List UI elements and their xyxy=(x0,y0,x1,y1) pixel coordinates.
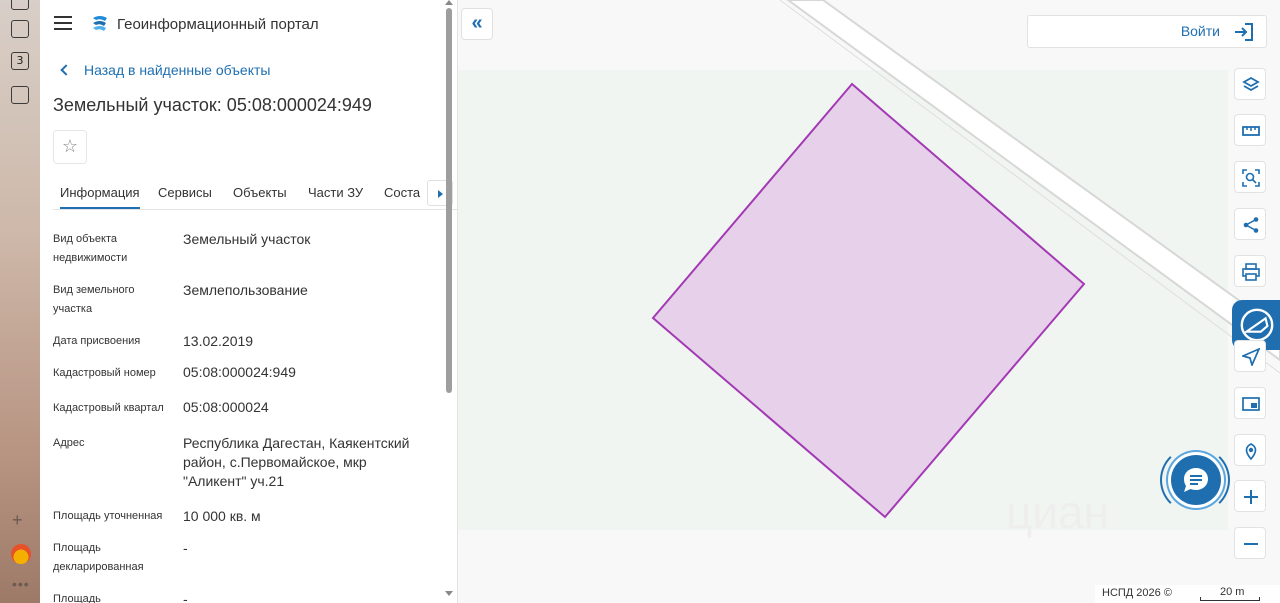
chat-button[interactable] xyxy=(1171,455,1221,505)
tab-parts[interactable]: Части ЗУ xyxy=(308,185,363,200)
row-label-declared-area: Площадь декларированная xyxy=(53,542,144,573)
location-icon xyxy=(1245,443,1257,460)
login-icon xyxy=(1235,23,1253,41)
menu-icon[interactable] xyxy=(54,16,72,30)
scrollbar[interactable] xyxy=(446,8,452,393)
back-link[interactable]: Назад в найденные объекты xyxy=(58,62,270,78)
chat-icon xyxy=(1184,468,1208,492)
layers-button[interactable] xyxy=(1234,68,1266,100)
zoom-out-button[interactable] xyxy=(1234,527,1266,559)
collapse-panel-button[interactable]: « xyxy=(461,8,493,40)
row-value-type: Земельный участок xyxy=(183,231,311,247)
login-button[interactable]: Войти xyxy=(1027,15,1267,48)
badge-icon[interactable]: 3 xyxy=(11,52,29,70)
login-label: Войти xyxy=(1180,23,1220,39)
row-label-area-extra: Площадь xyxy=(53,593,101,603)
portal-title: Геоинформационный портал xyxy=(117,16,319,33)
ruler-icon xyxy=(1242,126,1260,136)
row-value-address: Республика Дагестан, Каякентский район, … xyxy=(183,435,410,489)
row-value-cadastral-number: 05:08:000024:949 xyxy=(183,364,296,380)
zoom-out-icon xyxy=(1244,543,1258,545)
map-canvas[interactable]: циан xyxy=(458,0,1280,603)
back-link-label: Назад в найденные объекты xyxy=(84,62,271,78)
scroll-up-icon[interactable] xyxy=(445,0,453,5)
picture-in-picture-button[interactable] xyxy=(1234,387,1266,419)
row-label-type: Вид объекта недвижимости xyxy=(53,233,128,264)
tab-objects[interactable]: Объекты xyxy=(233,185,287,200)
scale-bar xyxy=(1200,597,1260,601)
navigate-icon xyxy=(1242,348,1260,366)
row-label-address: Адрес xyxy=(53,437,85,449)
chevron-left-icon xyxy=(60,64,72,76)
window-icon[interactable] xyxy=(11,86,29,104)
tab-bar: Информация Сервисы Объекты Части ЗУ Сост… xyxy=(53,176,457,210)
navigate-button[interactable] xyxy=(1234,340,1266,372)
ruler-button[interactable] xyxy=(1234,114,1266,146)
row-label-land-type: Вид земельного участка xyxy=(53,284,135,315)
tab-info[interactable]: Информация xyxy=(60,185,140,209)
attribution-text: НСПД 2026 © xyxy=(1102,587,1172,599)
documents-icon[interactable] xyxy=(11,20,29,38)
map-attribution: НСПД 2026 © 20 m xyxy=(1095,585,1280,603)
add-icon[interactable]: + xyxy=(12,510,23,531)
picture-in-picture-icon xyxy=(1242,397,1260,411)
row-label-cadastral-quarter: Кадастровый квартал xyxy=(53,402,164,414)
print-button[interactable] xyxy=(1234,255,1266,287)
row-value-date: 13.02.2019 xyxy=(183,333,254,349)
share-button[interactable] xyxy=(1234,208,1266,240)
search-area-button[interactable] xyxy=(1234,161,1266,193)
row-value-area: 10 000 кв. м xyxy=(183,508,261,524)
row-value-cadastral-quarter: 05:08:000024 xyxy=(183,399,269,415)
tab-composition[interactable]: Соста xyxy=(384,185,420,200)
scroll-down-icon[interactable] xyxy=(445,591,453,596)
nspd-logo-icon xyxy=(1240,308,1274,342)
row-value-area-extra: - xyxy=(183,591,188,603)
app-icon[interactable] xyxy=(11,0,29,10)
print-icon xyxy=(1242,263,1260,281)
row-value-land-type: Землепользование xyxy=(183,282,308,298)
row-label-date: Дата присвоения xyxy=(53,335,141,347)
portal-logo-icon xyxy=(93,16,107,31)
avatar[interactable] xyxy=(11,544,31,564)
search-area-icon xyxy=(1242,169,1260,187)
zoom-in-icon xyxy=(1244,490,1258,504)
page-title: Земельный участок: 05:08:000024:949 xyxy=(53,95,372,115)
more-icon[interactable]: ••• xyxy=(12,576,30,592)
layers-icon xyxy=(1242,76,1260,92)
watermark: циан xyxy=(1006,486,1109,538)
favorite-star-icon[interactable]: ☆ xyxy=(53,130,87,164)
share-icon xyxy=(1243,217,1259,233)
location-button[interactable] xyxy=(1234,434,1266,466)
map-layer: циан xyxy=(458,0,1280,538)
row-label-cadastral-number: Кадастровый номер xyxy=(53,367,156,379)
os-sidebar: 3 + ••• xyxy=(0,0,40,603)
zoom-in-button[interactable] xyxy=(1234,480,1266,512)
row-label-area: Площадь уточненная xyxy=(53,510,163,522)
tab-services[interactable]: Сервисы xyxy=(158,185,212,200)
info-panel: Геоинформационный портал Назад в найденн… xyxy=(40,0,458,603)
row-value-declared-area: - xyxy=(183,540,188,556)
